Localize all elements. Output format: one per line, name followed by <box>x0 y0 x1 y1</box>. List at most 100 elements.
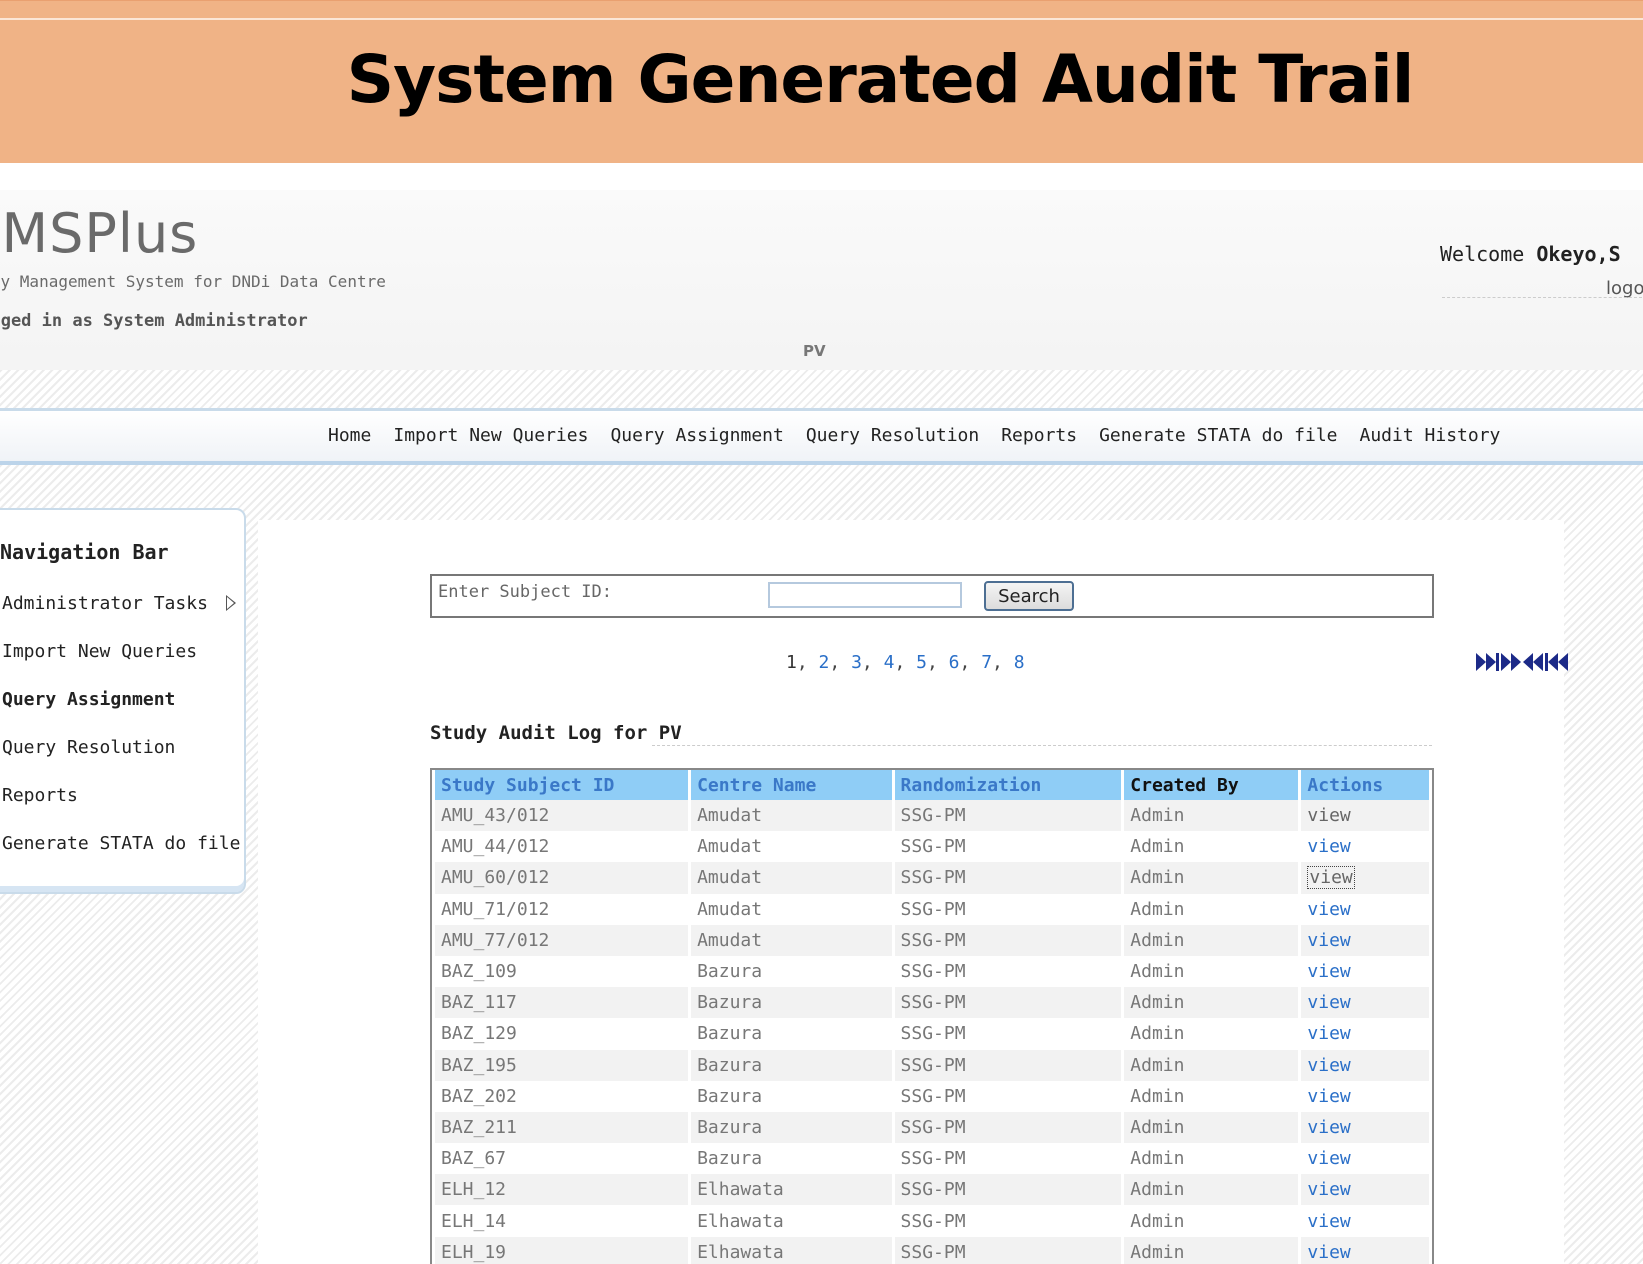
page-link-5[interactable]: 5 <box>916 652 927 673</box>
cell-study-subject-id: BAZ_109 <box>435 955 689 988</box>
table-row: ELH_14 Elhawata SSG-PM Admin view <box>435 1205 1429 1237</box>
search-panel: Enter Subject ID: Search <box>430 574 1434 618</box>
logout-link[interactable]: logout <box>1606 278 1643 299</box>
banner-rule <box>0 18 1643 20</box>
cell-study-subject-id: BAZ_117 <box>435 987 689 1019</box>
view-link[interactable]: view <box>1301 1143 1429 1175</box>
view-link[interactable]: view <box>1301 1236 1429 1264</box>
cell-created-by: Admin <box>1124 1111 1299 1144</box>
cell-centre-name: Bazura <box>691 1111 892 1144</box>
cell-centre-name: Amudat <box>691 924 892 956</box>
nav-item-query-assignment[interactable]: Query Assignment <box>610 425 783 446</box>
view-link[interactable]: view <box>1301 924 1429 956</box>
cell-study-subject-id: BAZ_202 <box>435 1080 689 1112</box>
view-link[interactable]: view <box>1301 1018 1429 1050</box>
cell-randomization: SSG-PM <box>894 1111 1122 1144</box>
cell-study-subject-id: ELH_12 <box>435 1174 689 1206</box>
view-link[interactable]: view <box>1301 987 1429 1019</box>
cell-randomization: SSG-PM <box>894 893 1122 925</box>
cell-centre-name: Elhawata <box>691 1205 892 1237</box>
table-row: AMU_71/012 Amudat SSG-PM Admin view <box>435 893 1429 925</box>
cell-created-by: Admin <box>1124 1143 1299 1175</box>
table-row: AMU_44/012 Amudat SSG-PM Admin view <box>435 831 1429 863</box>
table-title: Study Audit Log for PV <box>430 722 682 744</box>
cell-study-subject-id: AMU_77/012 <box>435 924 689 956</box>
sidebar-item-generate-stata[interactable]: Generate STATA do file <box>2 832 240 880</box>
view-link[interactable]: view <box>1301 893 1429 925</box>
nav-item-query-resolution[interactable]: Query Resolution <box>806 425 979 446</box>
cell-centre-name: Bazura <box>691 1018 892 1050</box>
first-page-icon[interactable] <box>1545 652 1568 672</box>
view-link-label: view <box>1307 866 1355 890</box>
previous-page-icon[interactable] <box>1523 652 1543 672</box>
view-link[interactable]: view <box>1301 831 1429 863</box>
view-link[interactable]: view <box>1301 800 1429 832</box>
view-link[interactable]: view <box>1301 1049 1429 1081</box>
nav-item-reports[interactable]: Reports <box>1001 425 1077 446</box>
cell-randomization: SSG-PM <box>894 1080 1122 1112</box>
audit-log-table: Study Subject ID Centre Name Randomizati… <box>430 768 1434 1264</box>
page-link-8[interactable]: 8 <box>1014 652 1025 673</box>
subject-id-input[interactable] <box>768 582 962 608</box>
cell-study-subject-id: AMU_43/012 <box>435 800 689 832</box>
welcome-message: Welcome Okeyo,S <box>1440 242 1621 266</box>
app-logo: QMSPlus <box>0 202 199 265</box>
cell-centre-name: Bazura <box>691 955 892 988</box>
search-button[interactable]: Search <box>984 581 1074 611</box>
last-page-icon[interactable] <box>1476 652 1499 672</box>
cell-randomization: SSG-PM <box>894 800 1122 832</box>
welcome-user: Okeyo,S <box>1536 242 1621 266</box>
page-link-7[interactable]: 7 <box>981 652 992 673</box>
sidebar-item-import-new-queries[interactable]: Import New Queries <box>2 640 232 688</box>
cell-centre-name: Bazura <box>691 1143 892 1175</box>
table-row: BAZ_117 Bazura SSG-PM Admin view <box>435 987 1429 1019</box>
table-row: BAZ_211 Bazura SSG-PM Admin view <box>435 1111 1429 1144</box>
table-row: ELH_19 Elhawata SSG-PM Admin view <box>435 1236 1429 1264</box>
divider <box>1442 297 1642 298</box>
pagination: 1, 2, 3, 4, 5, 6, 7, 8 <box>786 652 1025 673</box>
table-row: BAZ_202 Bazura SSG-PM Admin view <box>435 1080 1429 1112</box>
cell-randomization: SSG-PM <box>894 955 1122 988</box>
sidebar-item-query-assignment[interactable]: Query Assignment <box>2 688 232 736</box>
cell-created-by: Admin <box>1124 1080 1299 1112</box>
cell-randomization: SSG-PM <box>894 924 1122 956</box>
cell-created-by: Admin <box>1124 1049 1299 1081</box>
view-link[interactable]: view <box>1301 1111 1429 1144</box>
table-row: BAZ_129 Bazura SSG-PM Admin view <box>435 1018 1429 1050</box>
view-link[interactable]: view <box>1301 1205 1429 1237</box>
cell-centre-name: Amudat <box>691 862 892 894</box>
cell-centre-name: Elhawata <box>691 1174 892 1206</box>
view-link[interactable]: view <box>1301 955 1429 988</box>
expand-arrow-icon[interactable] <box>226 595 236 611</box>
cell-created-by: Admin <box>1124 831 1299 863</box>
sidebar-item-administrator-tasks[interactable]: Administrator Tasks <box>2 592 236 640</box>
page-link-3[interactable]: 3 <box>851 652 862 673</box>
cell-randomization: SSG-PM <box>894 987 1122 1019</box>
column-header-centre-name[interactable]: Centre Name <box>691 770 892 800</box>
sidebar-item-query-resolution[interactable]: Query Resolution <box>2 736 232 784</box>
view-link[interactable]: view <box>1301 1174 1429 1206</box>
nav-item-generate-stata[interactable]: Generate STATA do file <box>1099 425 1337 446</box>
column-header-randomization[interactable]: Randomization <box>894 770 1122 800</box>
nav-item-audit-history[interactable]: Audit History <box>1360 425 1501 446</box>
nav-item-home[interactable]: Home <box>328 425 371 446</box>
cell-created-by: Admin <box>1124 1236 1299 1264</box>
sidebar-item-reports[interactable]: Reports <box>2 784 232 832</box>
page-link-4[interactable]: 4 <box>884 652 895 673</box>
table-row: AMU_60/012 Amudat SSG-PM Admin view <box>435 862 1429 894</box>
next-page-icon[interactable] <box>1501 652 1521 672</box>
cell-study-subject-id: AMU_44/012 <box>435 831 689 863</box>
app-subtitle: Query Management System for DNDi Data Ce… <box>0 272 386 291</box>
view-link[interactable]: view <box>1301 1080 1429 1112</box>
column-header-actions[interactable]: Actions <box>1301 770 1429 800</box>
slide-banner: System Generated Audit Trail <box>0 0 1643 163</box>
page-link-6[interactable]: 6 <box>949 652 960 673</box>
page-link-1: 1 <box>786 652 797 673</box>
cell-created-by: Admin <box>1124 1174 1299 1206</box>
cell-centre-name: Amudat <box>691 831 892 863</box>
view-link[interactable]: view <box>1301 862 1429 894</box>
page-link-2[interactable]: 2 <box>819 652 830 673</box>
nav-item-import-new-queries[interactable]: Import New Queries <box>393 425 588 446</box>
cell-centre-name: Amudat <box>691 800 892 832</box>
column-header-study-subject-id[interactable]: Study Subject ID <box>435 770 689 800</box>
